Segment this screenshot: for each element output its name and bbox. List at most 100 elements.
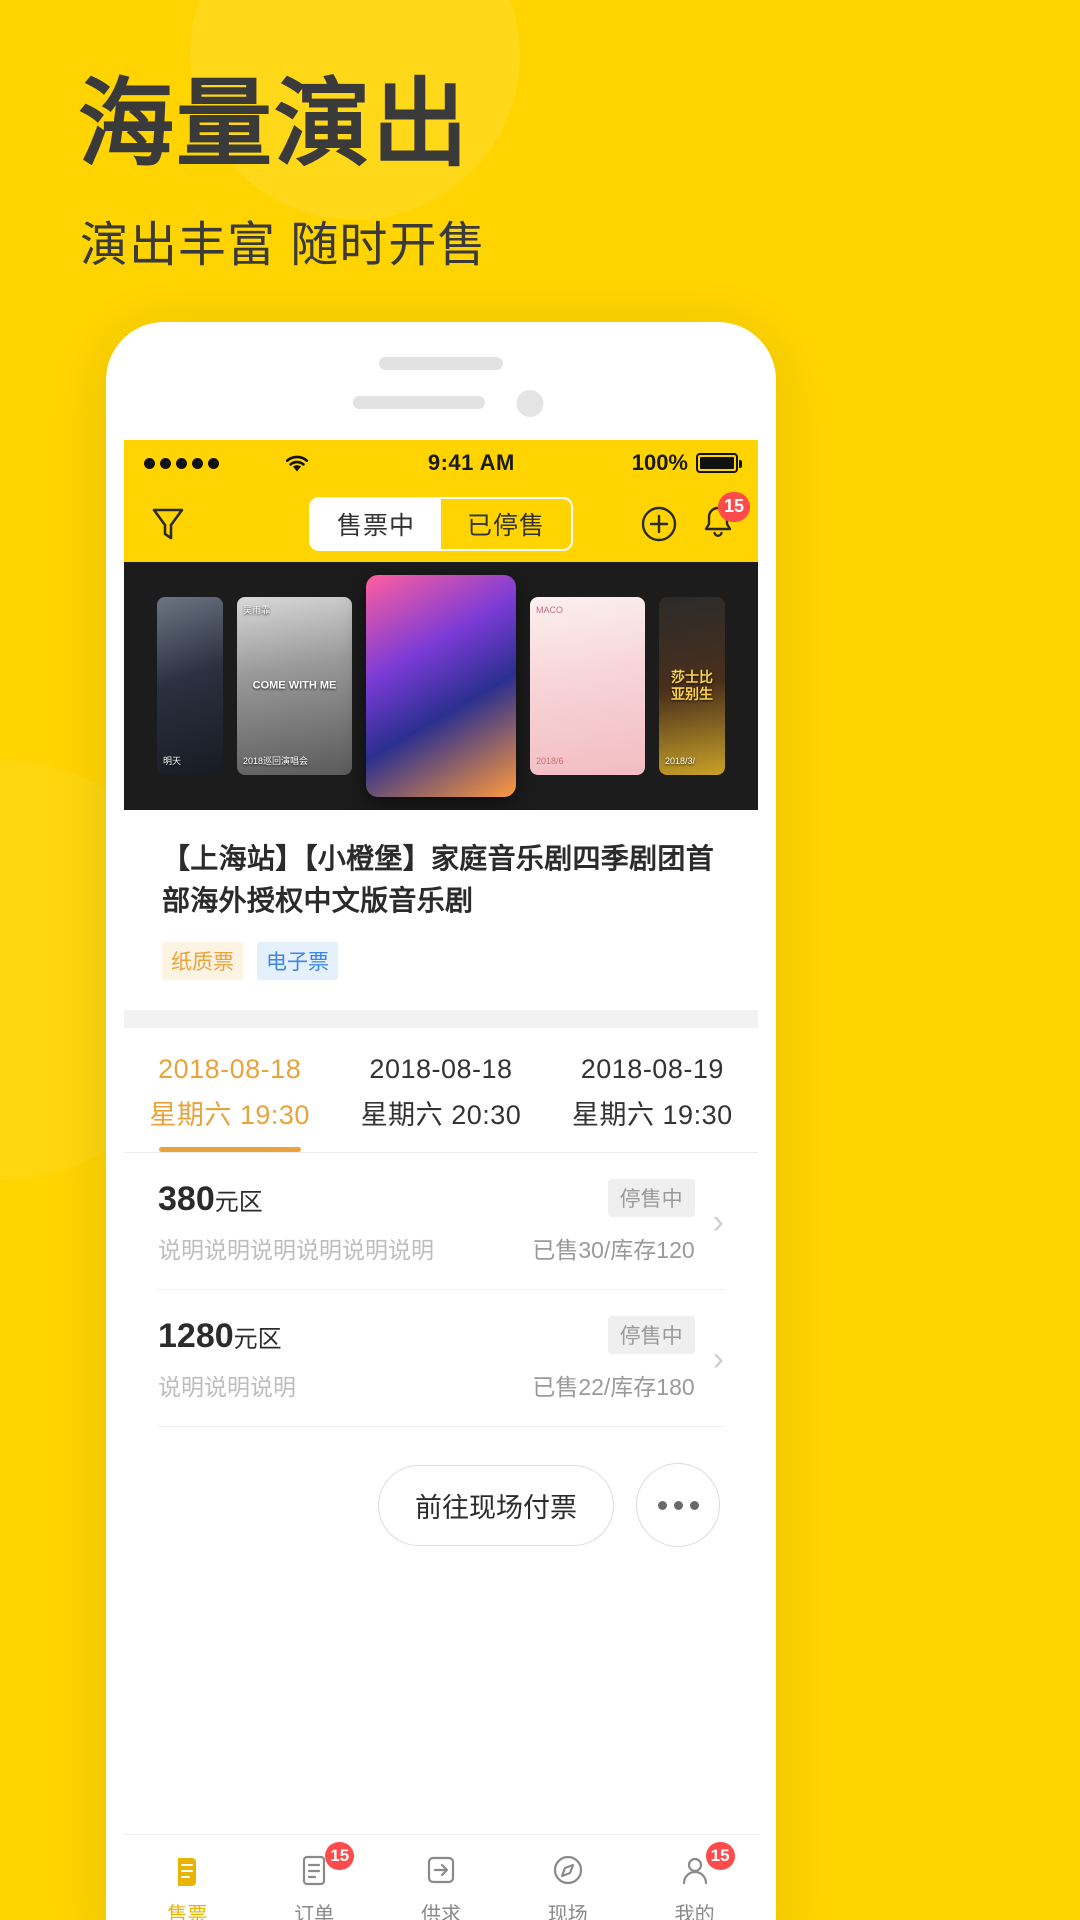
phone-mockup: 9:41 AM 100% 售票中 已停售 15 明天 吴雨霏 COME WITH… bbox=[106, 322, 776, 1920]
chevron-right-icon: › bbox=[712, 1340, 724, 1378]
ticket-info: 380元区 说明说明说明说明说明说明 bbox=[158, 1180, 532, 1265]
carousel-poster-1[interactable]: 明天 bbox=[157, 597, 223, 775]
compass-icon bbox=[548, 1850, 588, 1890]
event-info-section: 【上海站】【小橙堡】家庭音乐剧四季剧团首部海外授权中文版音乐剧 纸质票 电子票 bbox=[124, 810, 758, 980]
notification-bell[interactable]: 15 bbox=[700, 491, 750, 546]
nav-right-actions: 15 bbox=[640, 491, 750, 546]
weekday-value: 星期六 bbox=[360, 1100, 444, 1130]
phone-earpiece-bar bbox=[353, 396, 485, 409]
date-value: 2018-08-18 bbox=[158, 1054, 302, 1084]
carousel-poster-5[interactable]: 莎士比亚别生 2018/3/ bbox=[659, 597, 725, 775]
wifi-icon bbox=[283, 452, 311, 474]
ticket-price: 1280元区 bbox=[158, 1317, 532, 1356]
tab-label: 供求 bbox=[420, 1904, 461, 1920]
phone-screen: 9:41 AM 100% 售票中 已停售 15 明天 吴雨霏 COME WITH… bbox=[124, 440, 758, 1920]
phone-speaker-slot bbox=[379, 357, 503, 370]
action-buttons: 前往现场付票 bbox=[124, 1427, 758, 1547]
status-badge: 停售中 bbox=[607, 1179, 695, 1217]
ticket-meta: 停售中 已售30/库存120 bbox=[532, 1179, 695, 1265]
bell-badge: 15 bbox=[717, 491, 750, 522]
status-bar: 9:41 AM 100% bbox=[124, 440, 758, 486]
poster-caption: 吴雨霏 bbox=[243, 605, 271, 615]
status-bar-time: 9:41 AM bbox=[427, 450, 515, 475]
ticket-meta: 停售中 已售22/库存180 bbox=[532, 1316, 695, 1402]
ticket-icon bbox=[167, 1850, 207, 1890]
price-value: 380 bbox=[158, 1179, 215, 1218]
chevron-right-icon: › bbox=[712, 1203, 724, 1241]
ticket-info: 1280元区 说明说明说明 bbox=[158, 1317, 532, 1402]
table-row[interactable]: 1280元区 说明说明说明 停售中 已售22/库存180 › bbox=[158, 1290, 724, 1427]
tab-supply-demand[interactable]: 供求 bbox=[378, 1835, 505, 1920]
carousel-poster-2[interactable]: 吴雨霏 COME WITH ME 2018巡回演唱会 bbox=[237, 597, 352, 775]
ticket-description: 说明说明说明说明说明说明 bbox=[158, 1236, 434, 1263]
carousel-poster-4[interactable]: MACO 2018/6 bbox=[530, 597, 645, 775]
status-badge: 停售中 bbox=[607, 1316, 695, 1354]
table-row[interactable]: 380元区 说明说明说明说明说明说明 停售中 已售30/库存120 › bbox=[158, 1153, 724, 1290]
date-weekday-time: 星期六 19:30 bbox=[124, 1093, 335, 1132]
status-bar-battery-group: 100% bbox=[631, 450, 742, 476]
clipboard-icon: 15 bbox=[294, 1842, 355, 1890]
ticket-type-tags: 纸质票 电子票 bbox=[162, 942, 720, 980]
time-value: 20:30 bbox=[451, 1100, 522, 1130]
carousel-poster-3-active[interactable] bbox=[366, 575, 516, 797]
page-title: 海量演出 bbox=[78, 71, 470, 178]
person-icon: 15 bbox=[675, 1842, 735, 1890]
ticket-description: 说明说明说明 bbox=[158, 1373, 296, 1400]
ticket-stock: 已售22/库存180 bbox=[532, 1374, 695, 1400]
poster-caption: 2018/3/ bbox=[665, 756, 696, 767]
tab-label: 现场 bbox=[547, 1904, 588, 1920]
time-value: 19:30 bbox=[239, 1100, 310, 1130]
section-divider bbox=[124, 1010, 758, 1028]
date-weekday-time: 星期六 20:30 bbox=[335, 1093, 546, 1132]
tab-profile[interactable]: 15 我的 bbox=[631, 1835, 758, 1920]
tag-paper-ticket: 纸质票 bbox=[162, 942, 243, 980]
arrow-box-icon bbox=[421, 1850, 461, 1890]
poster-caption: 2018巡回演唱会 bbox=[243, 756, 309, 767]
tab-on-sale[interactable]: 售票中 bbox=[311, 499, 441, 549]
date-weekday-time: 星期六 19:30 bbox=[547, 1093, 758, 1132]
event-title: 【上海站】【小橙堡】家庭音乐剧四季剧团首部海外授权中文版音乐剧 bbox=[162, 843, 715, 916]
bottom-tab-bar: 售票 15 订单 供求 现场 15 我的 bbox=[124, 1834, 758, 1920]
tab-label: 我的 bbox=[674, 1904, 715, 1920]
tab-stopped-sale[interactable]: 已停售 bbox=[441, 499, 571, 549]
price-unit: 元区 bbox=[233, 1325, 282, 1353]
poster-caption: 2018/6 bbox=[536, 756, 564, 767]
filter-icon[interactable] bbox=[146, 506, 190, 542]
circle-plus-icon[interactable] bbox=[640, 505, 678, 543]
app-nav-bar: 售票中 已停售 15 bbox=[124, 486, 758, 562]
tag-electronic-ticket: 电子票 bbox=[257, 942, 338, 980]
phone-front-camera bbox=[516, 390, 544, 417]
ticket-price: 380元区 bbox=[158, 1180, 532, 1219]
poster-caption: 明天 bbox=[163, 756, 182, 767]
sales-status-tabs: 售票中 已停售 bbox=[309, 497, 573, 551]
tab-venue[interactable]: 现场 bbox=[504, 1835, 631, 1920]
performance-date-tabs: 2018-08-18 星期六 19:30 2018-08-18 星期六 20:3… bbox=[124, 1028, 758, 1153]
weekday-value: 星期六 bbox=[149, 1100, 232, 1130]
battery-icon bbox=[696, 453, 742, 473]
date-tab-3[interactable]: 2018-08-19 星期六 19:30 bbox=[547, 1028, 758, 1152]
time-value: 19:30 bbox=[662, 1100, 733, 1130]
page-subtitle: 演出丰富 随时开售 bbox=[80, 219, 487, 272]
date-tab-1[interactable]: 2018-08-18 星期六 19:30 bbox=[124, 1028, 335, 1152]
tab-label: 订单 bbox=[294, 1904, 335, 1920]
date-value: 2018-08-19 bbox=[580, 1054, 724, 1084]
tab-orders[interactable]: 15 订单 bbox=[251, 1835, 378, 1920]
price-value: 1280 bbox=[158, 1316, 234, 1355]
weekday-value: 星期六 bbox=[572, 1100, 655, 1130]
more-dots-icon[interactable] bbox=[636, 1463, 720, 1547]
tab-badge: 15 bbox=[325, 1842, 355, 1870]
poster-caption: COME WITH ME bbox=[252, 679, 337, 692]
date-tab-2[interactable]: 2018-08-18 星期六 20:30 bbox=[335, 1028, 546, 1152]
price-unit: 元区 bbox=[214, 1188, 263, 1216]
ticket-stock: 已售30/库存120 bbox=[532, 1237, 695, 1263]
tab-label: 售票 bbox=[167, 1904, 208, 1920]
battery-percent-label: 100% bbox=[631, 450, 688, 475]
tab-badge: 15 bbox=[705, 1842, 735, 1870]
tab-tickets[interactable]: 售票 bbox=[124, 1835, 251, 1920]
date-value: 2018-08-18 bbox=[369, 1054, 513, 1084]
onsite-pay-button[interactable]: 前往现场付票 bbox=[378, 1464, 614, 1546]
poster-caption: MACO bbox=[536, 605, 563, 615]
poster-caption: 莎士比亚别生 bbox=[671, 669, 713, 702]
poster-carousel[interactable]: 明天 吴雨霏 COME WITH ME 2018巡回演唱会 MACO 2018/… bbox=[124, 562, 758, 810]
signal-dots-icon bbox=[144, 457, 219, 469]
